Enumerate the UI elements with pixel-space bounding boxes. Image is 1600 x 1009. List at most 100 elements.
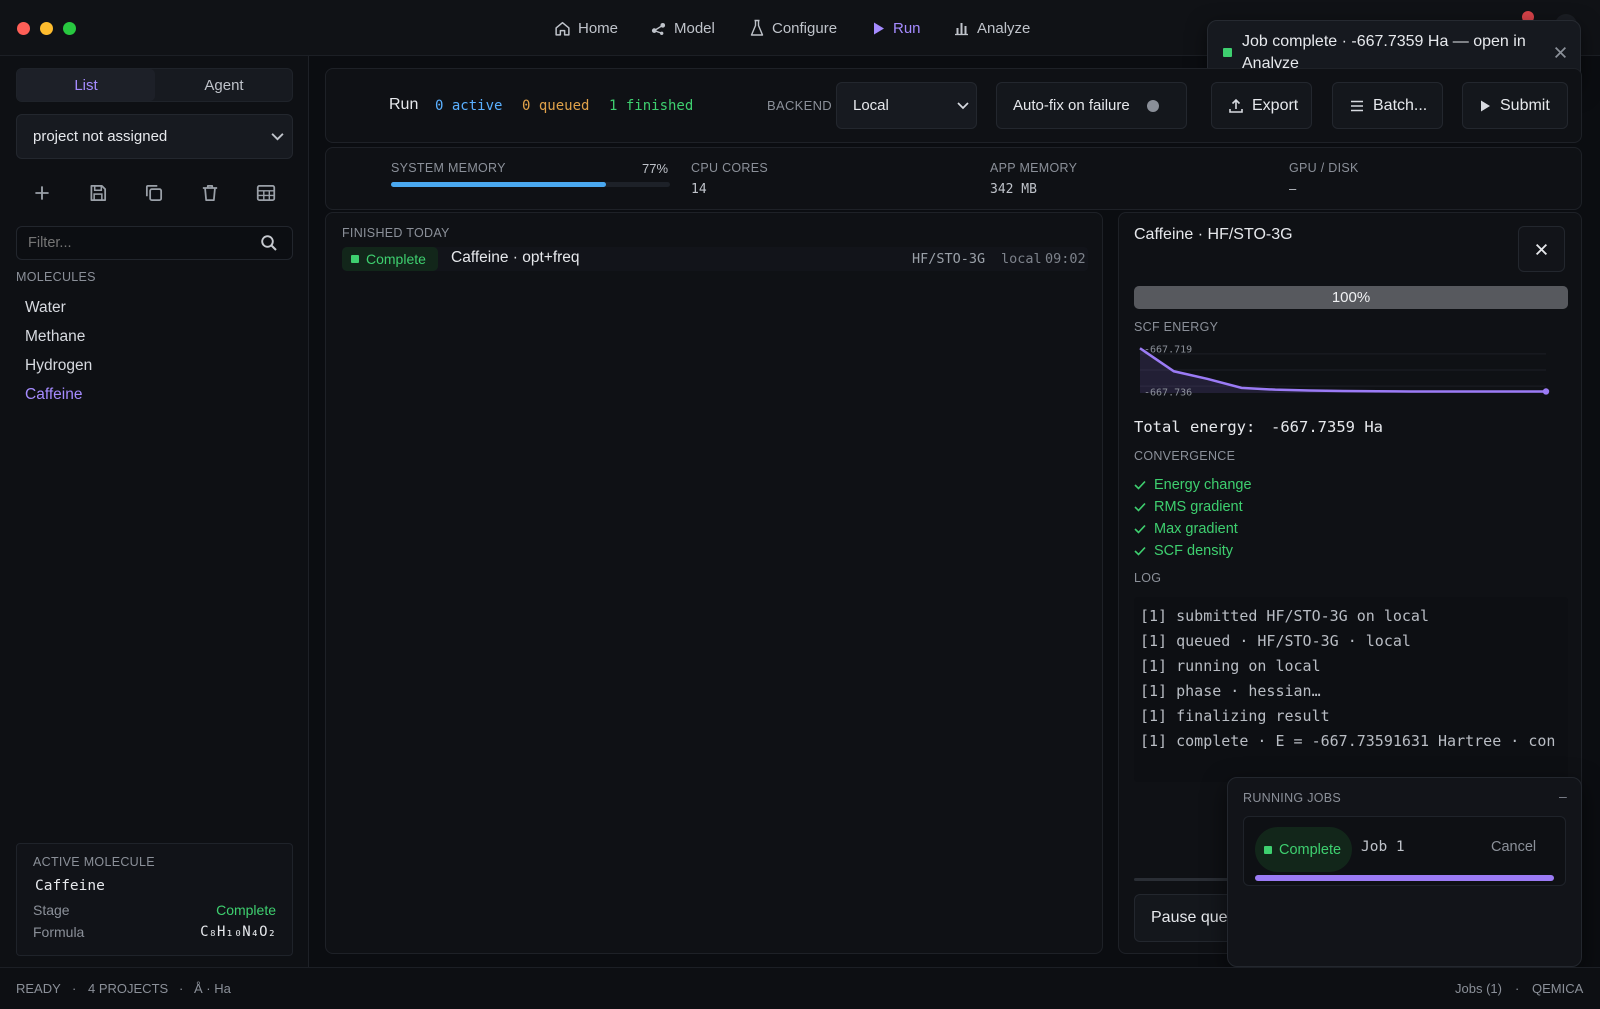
play-icon bbox=[874, 22, 884, 34]
convergence-item: SCF density bbox=[1134, 543, 1233, 559]
success-indicator bbox=[1223, 48, 1232, 57]
sidebar-tabs: List Agent bbox=[16, 68, 293, 102]
detail-title: Caffeine · HF/STO-3G bbox=[1134, 226, 1293, 243]
add-icon[interactable] bbox=[31, 182, 53, 204]
status-projects: 4 PROJECTS bbox=[88, 981, 169, 996]
nav-run[interactable]: Run bbox=[872, 16, 921, 40]
run-title: Run bbox=[389, 96, 419, 113]
molecule-item-water[interactable]: Water bbox=[25, 299, 66, 317]
separator-dot: · bbox=[179, 981, 184, 996]
progress-track: 100% bbox=[1134, 286, 1568, 309]
backend-select[interactable]: Local bbox=[836, 82, 977, 129]
success-indicator bbox=[1264, 845, 1272, 854]
run-header: Run 0 active 0 queued 1 finished BACKEND… bbox=[325, 68, 1582, 143]
scf-energy-chart: -667.719 -667.736 bbox=[1139, 344, 1550, 399]
log-line: [1] complete · E = -667.73591631 Hartree… bbox=[1140, 732, 1556, 750]
nav-model-label: Model bbox=[674, 19, 715, 37]
running-jobs-heading: RUNNING JOBS bbox=[1243, 791, 1342, 805]
submit-button[interactable]: Submit bbox=[1462, 82, 1568, 129]
system-memory-fill bbox=[391, 182, 606, 187]
gpu-disk-value: – bbox=[1289, 181, 1297, 196]
batch-button[interactable]: Batch... bbox=[1332, 82, 1443, 129]
system-memory-track bbox=[391, 182, 670, 187]
backend-label: BACKEND bbox=[767, 98, 832, 113]
progress-label: 100% bbox=[1331, 289, 1371, 306]
trash-icon[interactable] bbox=[199, 182, 221, 204]
chevron-down-icon bbox=[957, 102, 969, 110]
molecule-icon bbox=[651, 22, 666, 35]
check-icon bbox=[1134, 502, 1146, 512]
app-memory-value: 342 MB bbox=[990, 182, 1037, 197]
table-row[interactable]: Complete Caffeine · opt+freq HF/STO-3G l… bbox=[342, 247, 1088, 271]
app-memory-label: APP MEMORY bbox=[990, 161, 1078, 175]
nav-analyze[interactable]: Analyze bbox=[953, 16, 1030, 40]
home-icon bbox=[555, 21, 570, 36]
running-job-name: Job 1 bbox=[1361, 839, 1405, 855]
search-icon[interactable] bbox=[260, 234, 278, 252]
job-progress-track bbox=[1255, 875, 1554, 881]
window-close-button[interactable] bbox=[17, 22, 30, 35]
stage-value: Complete bbox=[216, 902, 276, 918]
chart-tick-label: -667.736 bbox=[1144, 388, 1192, 399]
nav-analyze-label: Analyze bbox=[977, 19, 1031, 37]
nav-home[interactable]: Home bbox=[554, 16, 618, 40]
nav-configure-label: Configure bbox=[772, 19, 838, 37]
autofix-label: Auto-fix on failure bbox=[1013, 97, 1130, 114]
save-icon[interactable] bbox=[87, 182, 109, 204]
status-units: Å · Ha bbox=[194, 981, 231, 996]
nav-home-label: Home bbox=[578, 19, 619, 37]
tab-list[interactable]: List bbox=[17, 69, 155, 101]
window-minimize-button[interactable] bbox=[40, 22, 53, 35]
convergence-label: Max gradient bbox=[1154, 521, 1238, 537]
nav-run-label: Run bbox=[893, 19, 921, 37]
close-detail-button[interactable] bbox=[1518, 226, 1565, 272]
status-badge: Complete bbox=[1255, 827, 1352, 872]
list-icon bbox=[1351, 100, 1363, 111]
chevron-down-icon bbox=[271, 133, 284, 141]
project-select[interactable]: project not assigned bbox=[16, 114, 293, 159]
molecules-heading: MOLECULES bbox=[16, 270, 96, 284]
status-jobs[interactable]: Jobs (1) bbox=[1455, 981, 1502, 996]
convergence-item: Energy change bbox=[1134, 477, 1252, 493]
check-icon bbox=[1134, 480, 1146, 490]
job-name: Caffeine · opt+freq bbox=[451, 249, 580, 266]
tab-agent[interactable]: Agent bbox=[155, 69, 293, 101]
log-line: [1] queued · HF/STO-3G · local bbox=[1140, 632, 1411, 650]
export-button[interactable]: Export bbox=[1211, 82, 1312, 129]
backend-select-value: Local bbox=[853, 97, 889, 114]
table-icon[interactable] bbox=[255, 182, 277, 204]
log-line: [1] submitted HF/STO-3G on local bbox=[1140, 607, 1429, 625]
collapse-button[interactable]: – bbox=[1559, 788, 1567, 804]
cancel-job-button[interactable]: Cancel bbox=[1491, 839, 1536, 855]
molecule-item-caffeine[interactable]: Caffeine bbox=[25, 386, 82, 404]
success-indicator bbox=[351, 255, 359, 263]
formula-value: C₈H₁₀N₄O₂ bbox=[200, 924, 276, 940]
duplicate-icon[interactable] bbox=[143, 182, 165, 204]
total-energy-value: -667.7359 Ha bbox=[1271, 418, 1383, 436]
filter-input[interactable] bbox=[17, 227, 253, 259]
window-maximize-button[interactable] bbox=[63, 22, 76, 35]
nav-model[interactable]: Model bbox=[650, 16, 715, 40]
separator-dot: · bbox=[72, 981, 77, 996]
status-bar: READY · 4 PROJECTS · Å · Ha Jobs (1) · Q… bbox=[0, 967, 1600, 1009]
autofix-toggle[interactable]: Auto-fix on failure bbox=[996, 82, 1187, 129]
cpu-cores-label: CPU CORES bbox=[691, 161, 769, 175]
flask-icon bbox=[750, 19, 764, 36]
system-memory-label: SYSTEM MEMORY bbox=[391, 161, 506, 175]
queued-count: 0 queued bbox=[522, 98, 590, 114]
nav-configure[interactable]: Configure bbox=[749, 16, 837, 40]
chart-point bbox=[1542, 388, 1550, 395]
system-memory-value: 77% bbox=[642, 161, 669, 176]
upload-icon bbox=[1229, 98, 1243, 113]
convergence-label: Energy change bbox=[1154, 477, 1252, 493]
cpu-cores-value: 14 bbox=[691, 182, 707, 197]
molecule-item-hydrogen[interactable]: Hydrogen bbox=[25, 357, 92, 375]
total-energy-label: Total energy: bbox=[1134, 418, 1256, 436]
active-molecule-heading: ACTIVE MOLECULE bbox=[33, 855, 155, 869]
stage-label: Stage bbox=[33, 902, 70, 918]
close-icon[interactable] bbox=[1554, 46, 1567, 59]
finished-count: 1 finished bbox=[609, 98, 694, 114]
submit-label: Submit bbox=[1500, 96, 1550, 114]
bar-chart-icon bbox=[955, 23, 968, 36]
molecule-item-methane[interactable]: Methane bbox=[25, 328, 85, 346]
